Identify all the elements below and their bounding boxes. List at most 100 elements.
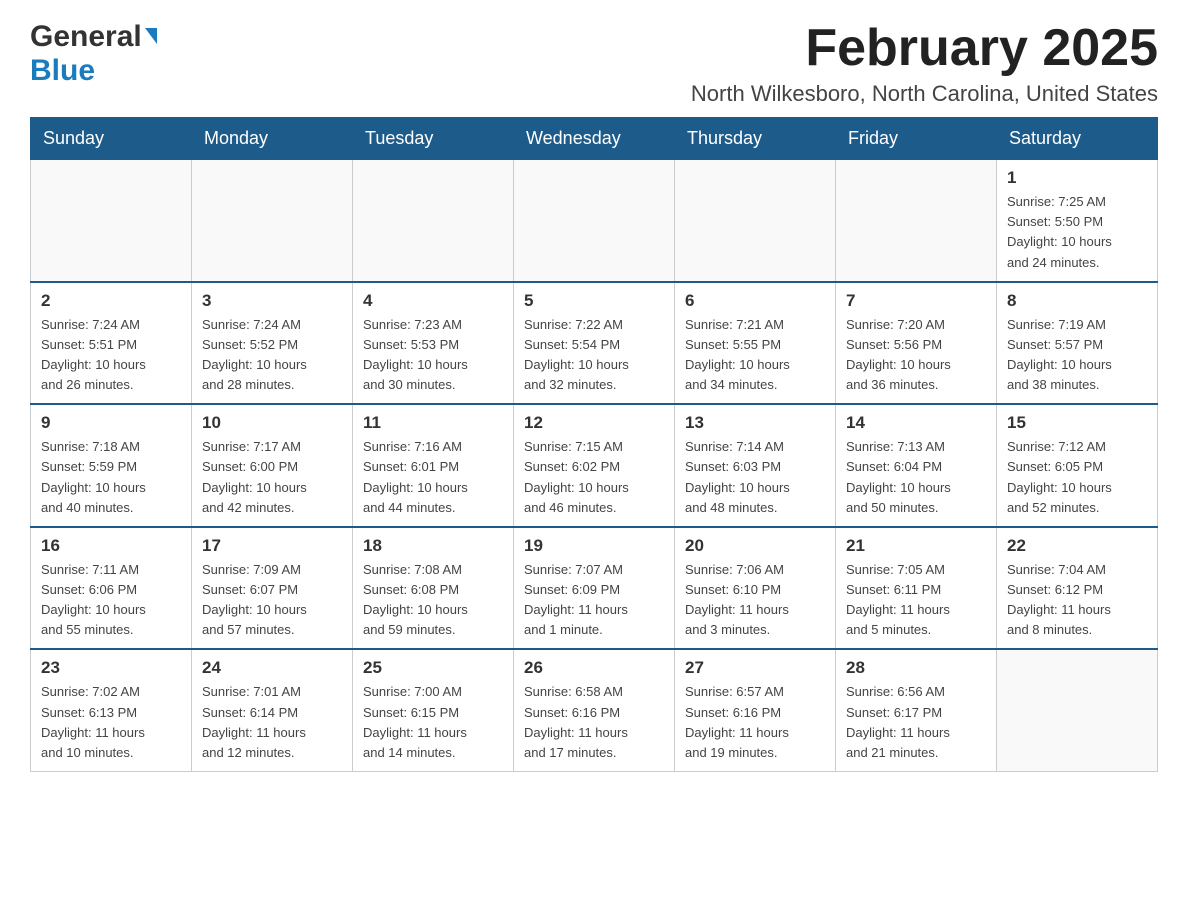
calendar-cell: 5 Sunrise: 7:22 AM Sunset: 5:54 PM Daylig…: [514, 282, 675, 405]
calendar-header-row: SundayMondayTuesdayWednesdayThursdayFrid…: [31, 118, 1158, 160]
day-info: Sunrise: 6:58 AM Sunset: 6:16 PM Dayligh…: [524, 682, 664, 763]
location-title: North Wilkesboro, North Carolina, United…: [691, 81, 1158, 107]
calendar-cell: [675, 160, 836, 282]
day-number: 10: [202, 413, 342, 433]
day-number: 16: [41, 536, 181, 556]
calendar-header-tuesday: Tuesday: [353, 118, 514, 160]
day-number: 1: [1007, 168, 1147, 188]
calendar-cell: 21 Sunrise: 7:05 AM Sunset: 6:11 PM Dayli…: [836, 527, 997, 650]
day-number: 13: [685, 413, 825, 433]
day-info: Sunrise: 7:01 AM Sunset: 6:14 PM Dayligh…: [202, 682, 342, 763]
day-info: Sunrise: 7:25 AM Sunset: 5:50 PM Dayligh…: [1007, 192, 1147, 273]
day-number: 23: [41, 658, 181, 678]
day-info: Sunrise: 7:20 AM Sunset: 5:56 PM Dayligh…: [846, 315, 986, 396]
day-info: Sunrise: 7:05 AM Sunset: 6:11 PM Dayligh…: [846, 560, 986, 641]
day-number: 9: [41, 413, 181, 433]
day-info: Sunrise: 7:22 AM Sunset: 5:54 PM Dayligh…: [524, 315, 664, 396]
calendar-cell: 28 Sunrise: 6:56 AM Sunset: 6:17 PM Dayli…: [836, 649, 997, 771]
day-number: 27: [685, 658, 825, 678]
calendar-header-thursday: Thursday: [675, 118, 836, 160]
calendar-cell: 24 Sunrise: 7:01 AM Sunset: 6:14 PM Dayli…: [192, 649, 353, 771]
day-number: 8: [1007, 291, 1147, 311]
logo-blue-text: Blue: [30, 54, 95, 87]
day-info: Sunrise: 7:00 AM Sunset: 6:15 PM Dayligh…: [363, 682, 503, 763]
day-number: 24: [202, 658, 342, 678]
calendar-cell: 15Sunrise: 7:12 AM Sunset: 6:05 PM Dayli…: [997, 404, 1158, 527]
day-info: Sunrise: 7:23 AM Sunset: 5:53 PM Dayligh…: [363, 315, 503, 396]
day-info: Sunrise: 6:56 AM Sunset: 6:17 PM Dayligh…: [846, 682, 986, 763]
day-number: 19: [524, 536, 664, 556]
day-number: 14: [846, 413, 986, 433]
day-number: 7: [846, 291, 986, 311]
calendar-cell: 11Sunrise: 7:16 AM Sunset: 6:01 PM Dayli…: [353, 404, 514, 527]
calendar-cell: 3 Sunrise: 7:24 AM Sunset: 5:52 PM Daylig…: [192, 282, 353, 405]
calendar-cell: 14 Sunrise: 7:13 AM Sunset: 6:04 PM Dayli…: [836, 404, 997, 527]
calendar-cell: 26 Sunrise: 6:58 AM Sunset: 6:16 PM Dayli…: [514, 649, 675, 771]
calendar-cell: 22 Sunrise: 7:04 AM Sunset: 6:12 PM Dayli…: [997, 527, 1158, 650]
day-info: Sunrise: 7:08 AM Sunset: 6:08 PM Dayligh…: [363, 560, 503, 641]
day-number: 12: [524, 413, 664, 433]
calendar-cell: 23 Sunrise: 7:02 AM Sunset: 6:13 PM Dayli…: [31, 649, 192, 771]
day-info: Sunrise: 7:14 AM Sunset: 6:03 PM Dayligh…: [685, 437, 825, 518]
calendar-cell: [31, 160, 192, 282]
day-info: Sunrise: 7:07 AM Sunset: 6:09 PM Dayligh…: [524, 560, 664, 641]
calendar-cell: 27 Sunrise: 6:57 AM Sunset: 6:16 PM Dayli…: [675, 649, 836, 771]
calendar-header-wednesday: Wednesday: [514, 118, 675, 160]
calendar-cell: 19 Sunrise: 7:07 AM Sunset: 6:09 PM Dayli…: [514, 527, 675, 650]
calendar-cell: 6 Sunrise: 7:21 AM Sunset: 5:55 PM Daylig…: [675, 282, 836, 405]
day-info: Sunrise: 7:24 AM Sunset: 5:52 PM Dayligh…: [202, 315, 342, 396]
calendar-week-row: 9Sunrise: 7:18 AM Sunset: 5:59 PM Daylig…: [31, 404, 1158, 527]
calendar-header-saturday: Saturday: [997, 118, 1158, 160]
calendar-cell: 10Sunrise: 7:17 AM Sunset: 6:00 PM Dayli…: [192, 404, 353, 527]
month-title: February 2025: [691, 20, 1158, 77]
day-number: 26: [524, 658, 664, 678]
calendar-cell: 1 Sunrise: 7:25 AM Sunset: 5:50 PM Daylig…: [997, 160, 1158, 282]
logo: General Blue: [30, 20, 157, 88]
day-info: Sunrise: 7:19 AM Sunset: 5:57 PM Dayligh…: [1007, 315, 1147, 396]
day-number: 6: [685, 291, 825, 311]
day-info: Sunrise: 7:06 AM Sunset: 6:10 PM Dayligh…: [685, 560, 825, 641]
calendar-cell: [192, 160, 353, 282]
day-info: Sunrise: 7:02 AM Sunset: 6:13 PM Dayligh…: [41, 682, 181, 763]
calendar-week-row: 16 Sunrise: 7:11 AM Sunset: 6:06 PM Dayli…: [31, 527, 1158, 650]
day-info: Sunrise: 7:13 AM Sunset: 6:04 PM Dayligh…: [846, 437, 986, 518]
calendar-header-sunday: Sunday: [31, 118, 192, 160]
day-number: 3: [202, 291, 342, 311]
calendar-cell: 7 Sunrise: 7:20 AM Sunset: 5:56 PM Daylig…: [836, 282, 997, 405]
day-number: 20: [685, 536, 825, 556]
calendar-table: SundayMondayTuesdayWednesdayThursdayFrid…: [30, 117, 1158, 772]
calendar-cell: 9Sunrise: 7:18 AM Sunset: 5:59 PM Daylig…: [31, 404, 192, 527]
day-info: Sunrise: 7:21 AM Sunset: 5:55 PM Dayligh…: [685, 315, 825, 396]
calendar-cell: 12 Sunrise: 7:15 AM Sunset: 6:02 PM Dayli…: [514, 404, 675, 527]
day-number: 21: [846, 536, 986, 556]
day-number: 25: [363, 658, 503, 678]
day-info: Sunrise: 6:57 AM Sunset: 6:16 PM Dayligh…: [685, 682, 825, 763]
calendar-cell: [514, 160, 675, 282]
calendar-cell: 25 Sunrise: 7:00 AM Sunset: 6:15 PM Dayli…: [353, 649, 514, 771]
day-info: Sunrise: 7:15 AM Sunset: 6:02 PM Dayligh…: [524, 437, 664, 518]
calendar-cell: 16 Sunrise: 7:11 AM Sunset: 6:06 PM Dayli…: [31, 527, 192, 650]
calendar-cell: [836, 160, 997, 282]
logo-general-text: General: [30, 20, 142, 54]
day-info: Sunrise: 7:11 AM Sunset: 6:06 PM Dayligh…: [41, 560, 181, 641]
calendar-cell: [997, 649, 1158, 771]
calendar-header-monday: Monday: [192, 118, 353, 160]
calendar-cell: 13 Sunrise: 7:14 AM Sunset: 6:03 PM Dayli…: [675, 404, 836, 527]
title-section: February 2025 North Wilkesboro, North Ca…: [691, 20, 1158, 107]
day-number: 11: [363, 413, 503, 433]
day-number: 28: [846, 658, 986, 678]
page-header: General Blue February 2025 North Wilkesb…: [30, 20, 1158, 107]
day-number: 18: [363, 536, 503, 556]
calendar-cell: 4 Sunrise: 7:23 AM Sunset: 5:53 PM Daylig…: [353, 282, 514, 405]
calendar-cell: [353, 160, 514, 282]
day-info: Sunrise: 7:24 AM Sunset: 5:51 PM Dayligh…: [41, 315, 181, 396]
day-number: 5: [524, 291, 664, 311]
calendar-week-row: 1 Sunrise: 7:25 AM Sunset: 5:50 PM Daylig…: [31, 160, 1158, 282]
day-info: Sunrise: 7:04 AM Sunset: 6:12 PM Dayligh…: [1007, 560, 1147, 641]
calendar-header-friday: Friday: [836, 118, 997, 160]
day-number: 22: [1007, 536, 1147, 556]
calendar-cell: 20 Sunrise: 7:06 AM Sunset: 6:10 PM Dayli…: [675, 527, 836, 650]
day-number: 15: [1007, 413, 1147, 433]
day-number: 4: [363, 291, 503, 311]
day-number: 2: [41, 291, 181, 311]
